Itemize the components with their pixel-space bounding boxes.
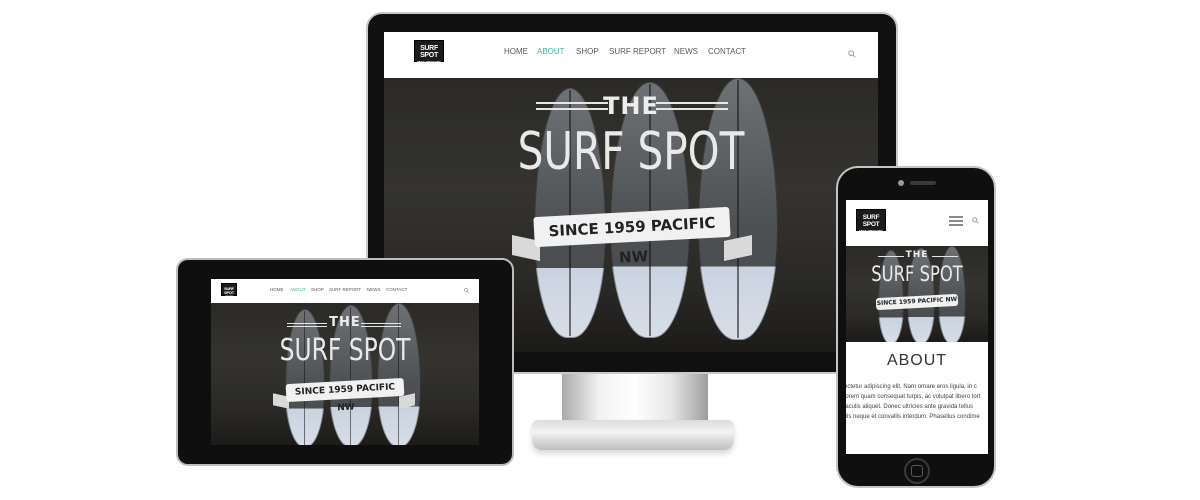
home-square-icon [911, 465, 923, 477]
nav-surf-report[interactable]: SURF REPORT [609, 47, 666, 56]
hero-banner: THE SURF SPOT SINCE 1959 PACIFIC NW [211, 303, 479, 445]
board-stringer [304, 311, 305, 445]
nav-home[interactable]: HOME [504, 47, 528, 56]
hero-the: THE [905, 250, 929, 260]
site-header: SURF SPOT SINCE 1959 PACIFIC NW [846, 200, 988, 246]
hero-the: THE [603, 92, 659, 120]
about-text-line: iaculis aliquet. Donec ultricies ante gr… [846, 404, 974, 410]
about-text-line: itis neque et convallis interdum. Phasel… [846, 414, 980, 420]
site-logo[interactable]: SURF SPOT SINCE 1959 PACIFIC NW [414, 40, 444, 67]
logo-title: SURF SPOT [420, 45, 438, 59]
tablet-screen: SURF SPOT SINCE 1959 PACIFIC NW HOME ABO… [211, 279, 479, 445]
hero-banner: THE SURF SPOT SINCE 1959 PACIFIC NW [846, 246, 988, 342]
logo-tagline: SINCE 1959 PACIFIC NW [224, 296, 234, 300]
hero-title: SURF SPOT [517, 122, 745, 182]
logo-title: SURF SPOT [224, 286, 234, 295]
logo-title: SURF SPOT [862, 214, 880, 228]
about-heading: ABOUT [886, 352, 948, 369]
site-header: SURF SPOT SINCE 1959 PACIFIC NW HOME ABO… [211, 279, 479, 303]
nav-about[interactable]: ABOUT [537, 47, 565, 56]
search-icon[interactable] [972, 217, 979, 224]
about-text-line: lorem quam consequat turpis, ac volutpat… [846, 394, 981, 400]
search-icon[interactable] [848, 50, 856, 58]
logo-tagline: SINCE 1959 PACIFIC NW [859, 229, 883, 236]
phone-screen: SURF SPOT SINCE 1959 PACIFIC NW THE SURF… [846, 200, 988, 454]
nav-home[interactable]: HOME [270, 287, 284, 292]
search-icon[interactable] [464, 288, 469, 293]
monitor-stand-neck [562, 374, 708, 426]
site-logo[interactable]: SURF SPOT SINCE 1959 PACIFIC NW [221, 283, 237, 300]
nav-shop[interactable]: SHOP [576, 47, 599, 56]
hero-the: THE [329, 315, 361, 330]
nav-news[interactable]: NEWS [674, 47, 698, 56]
about-text-line: ectetur adipiscing elit. Nam ornare eros… [846, 384, 977, 390]
nav-contact[interactable]: CONTACT [708, 47, 746, 56]
monitor-stand-base [532, 420, 734, 450]
nav-news[interactable]: NEWS [367, 287, 381, 292]
site-logo[interactable]: SURF SPOT SINCE 1959 PACIFIC NW [856, 209, 886, 236]
nav-surf-report[interactable]: SURF REPORT [329, 287, 361, 292]
nav-contact[interactable]: CONTACT [386, 287, 407, 292]
site-header: SURF SPOT SINCE 1959 PACIFIC NW HOME ABO… [384, 32, 878, 78]
hero-title: SURF SPOT [279, 333, 411, 368]
hero-title: SURF SPOT [871, 262, 963, 286]
nav-about[interactable]: ABOUT [290, 287, 306, 292]
speaker-grille [910, 181, 936, 185]
logo-tagline: SINCE 1959 PACIFIC NW [417, 60, 441, 67]
hamburger-menu-icon[interactable] [949, 216, 963, 226]
camera-icon [898, 180, 904, 186]
nav-shop[interactable]: SHOP [311, 287, 324, 292]
